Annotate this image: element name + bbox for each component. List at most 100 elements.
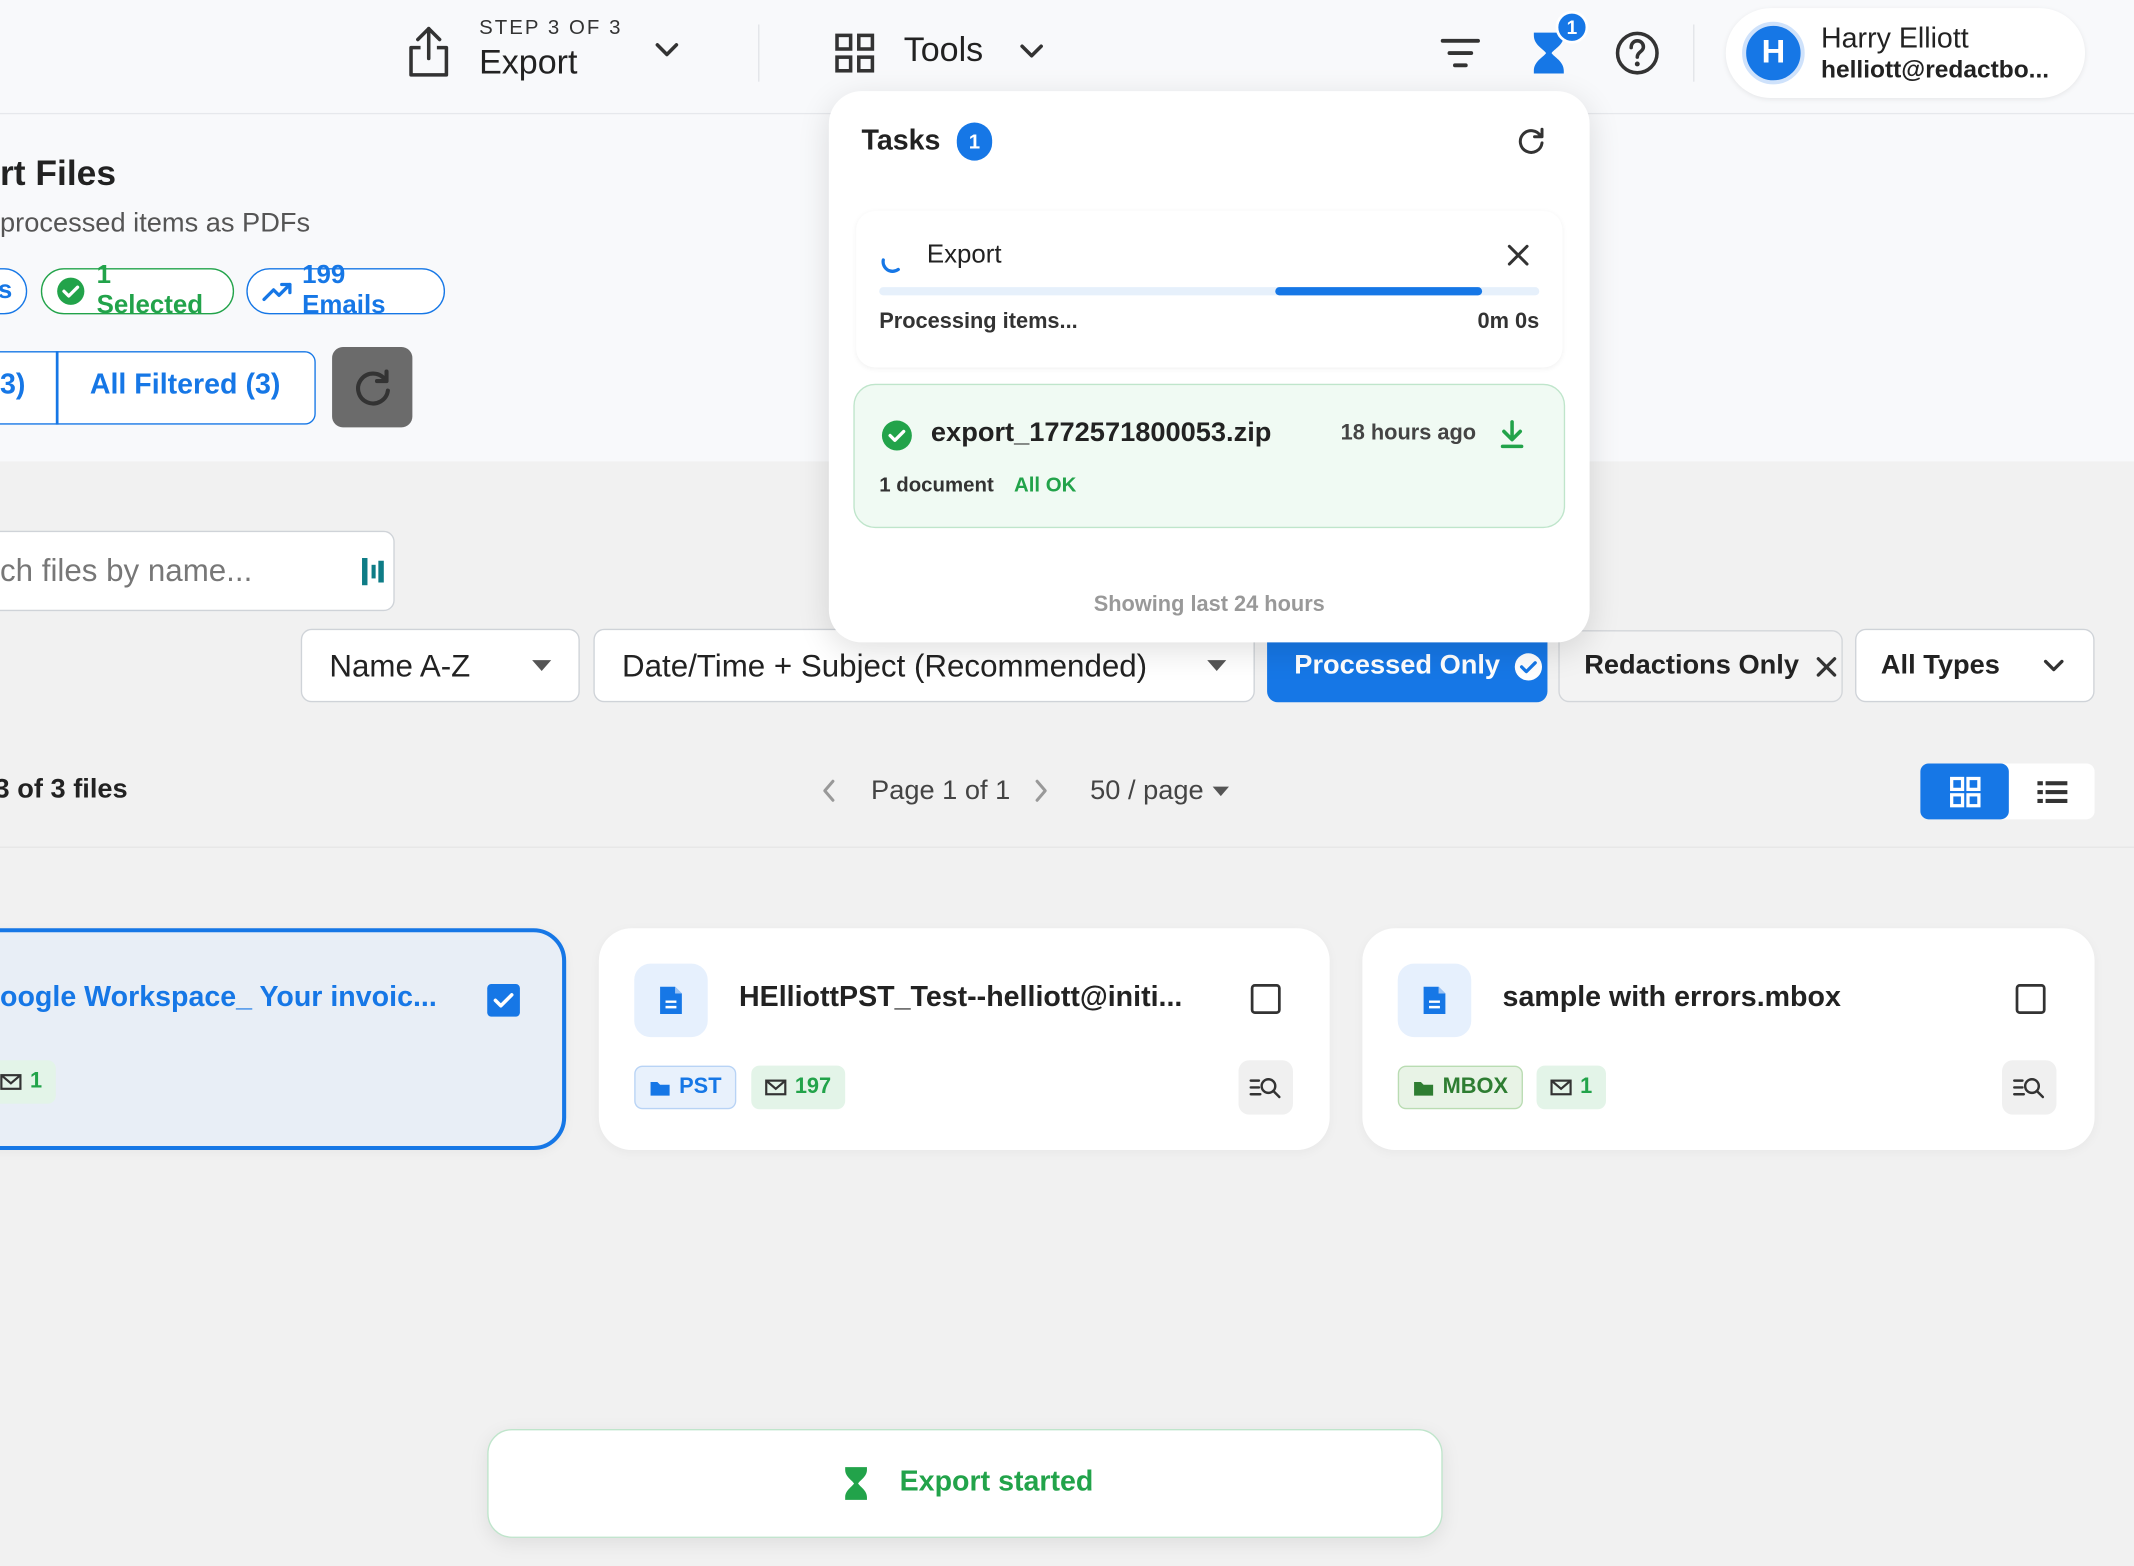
redactions-only-label: Redactions Only xyxy=(1584,650,1799,681)
search-addon-icon[interactable] xyxy=(359,555,386,588)
export-task-title: Export xyxy=(926,240,1002,270)
file-card-1-name[interactable]: oogle Workspace_ Your invoic... xyxy=(0,981,437,1014)
tasks-count-badge: 1 xyxy=(956,122,993,161)
file-card-1-email-badge: 1 xyxy=(0,1060,56,1104)
emails-count-text: 199 Emails xyxy=(302,261,386,320)
sort-date-caret-icon xyxy=(1206,659,1228,673)
completed-export-item xyxy=(853,383,1566,529)
file-card-3-checkbox[interactable] xyxy=(2015,984,2046,1014)
user-name: Harry Elliott xyxy=(1821,23,1969,55)
file-card-2-checkbox[interactable] xyxy=(1250,984,1281,1014)
user-avatar: H xyxy=(1742,21,1805,85)
tools-chevron-down-icon[interactable] xyxy=(1017,41,1047,63)
selected-count-text: 1 Selected xyxy=(96,261,204,320)
file-card-2-type-badge: PST xyxy=(634,1065,737,1110)
file-card-2-email-count: 197 xyxy=(794,1075,832,1099)
folder-icon xyxy=(649,1079,671,1097)
export-progress-fill xyxy=(1275,287,1483,296)
prev-page-icon[interactable] xyxy=(819,778,838,802)
tools-menu[interactable]: Tools xyxy=(904,31,983,70)
list-view-icon xyxy=(2035,778,2068,805)
grid-icon[interactable] xyxy=(834,33,875,74)
file-card-1-checkbox[interactable] xyxy=(487,984,520,1017)
file-card-1-email-count: 1 xyxy=(29,1069,43,1093)
file-card-3-email-badge: 1 xyxy=(1536,1065,1606,1110)
tasks-title: Tasks xyxy=(861,125,941,157)
sort-name-caret-icon xyxy=(531,659,553,673)
page-indicator: Page 1 of 1 xyxy=(871,775,1011,806)
search-list-icon xyxy=(1249,1075,1282,1099)
page-title: rt Files xyxy=(0,152,117,194)
per-page-label: 50 / page xyxy=(1090,775,1204,806)
summary-pill-partial-text: s xyxy=(0,276,12,306)
file-card[interactable] xyxy=(598,928,1330,1151)
document-icon xyxy=(634,963,708,1038)
export-file-name: export_1772571800053.zip xyxy=(930,417,1272,448)
mail-icon xyxy=(0,1074,22,1090)
user-email: helliott@redactbo... xyxy=(1821,55,2050,84)
app-root: STEP 3 OF 3 Export Tools 1 H Harry Ellio… xyxy=(0,0,2134,1566)
grid-view-icon xyxy=(1948,775,1981,808)
document-icon xyxy=(1397,963,1472,1038)
export-upload-icon xyxy=(406,24,452,78)
search-list-icon xyxy=(2013,1075,2046,1099)
close-icon[interactable] xyxy=(1815,655,1837,677)
sort-date-label: Date/Time + Subject (Recommended) xyxy=(621,647,1148,683)
step-label: STEP 3 OF 3 xyxy=(479,16,623,40)
tasks-refresh-icon[interactable] xyxy=(1516,127,1546,157)
step-dropdown-chevron-icon[interactable] xyxy=(652,39,682,61)
search-placeholder: ch files by name... xyxy=(0,552,253,588)
sort-name-label: Name A-Z xyxy=(329,647,471,683)
file-card[interactable] xyxy=(1362,928,2095,1151)
processing-label: Processing items... xyxy=(879,310,1078,334)
export-file-docs: 1 document xyxy=(879,473,994,497)
all-types-chevron-down-icon xyxy=(2041,656,2065,675)
folder-icon xyxy=(1413,1079,1435,1097)
selected-count-pill: 1 Selected xyxy=(40,261,235,320)
all-types-label: All Types xyxy=(1880,649,2000,680)
file-card-3-name[interactable]: sample with errors.mbox xyxy=(1503,981,1841,1014)
tasks-count-badge: 1 xyxy=(1555,10,1589,44)
grid-view-button[interactable] xyxy=(1920,763,2009,820)
mail-icon xyxy=(765,1079,787,1096)
file-card-selected[interactable] xyxy=(0,928,567,1151)
file-count-prefix: 3 xyxy=(0,774,10,804)
file-card-2-preview-button[interactable] xyxy=(1238,1060,1293,1115)
caret-down-icon xyxy=(1212,785,1231,797)
file-card-2-type: PST xyxy=(679,1075,722,1099)
check-circle-icon xyxy=(56,276,86,306)
file-card-3-preview-button[interactable] xyxy=(2002,1060,2057,1115)
emails-count-pill: 199 Emails xyxy=(246,261,446,320)
hourglass-icon xyxy=(842,1464,869,1502)
check-circle-icon xyxy=(1514,651,1544,681)
refresh-icon xyxy=(352,367,393,408)
file-count-text: 3 of 3 files xyxy=(0,774,128,805)
file-card-3-type: MBOX xyxy=(1442,1075,1508,1099)
file-card-2-name[interactable]: HElliottPST_Test--helliott@initi... xyxy=(739,981,1182,1014)
check-circle-icon xyxy=(881,419,914,452)
help-icon[interactable] xyxy=(1614,30,1660,76)
scope-all-filtered-button[interactable]: All Filtered (3) xyxy=(90,369,281,402)
scope-option-partial[interactable]: 3) xyxy=(0,369,25,402)
file-card-3-email-count: 1 xyxy=(1580,1075,1593,1099)
step-title: Export xyxy=(479,43,578,82)
redactions-only-toggle[interactable]: Redactions Only xyxy=(1558,630,1843,703)
download-icon[interactable] xyxy=(1498,419,1525,449)
mail-icon xyxy=(1550,1079,1572,1096)
filter-icon[interactable] xyxy=(1440,35,1481,70)
export-file-time: 18 hours ago xyxy=(1340,421,1477,446)
close-icon[interactable] xyxy=(1507,244,1530,267)
export-file-status: All OK xyxy=(1013,473,1077,497)
processed-only-label: Processed Only xyxy=(1294,650,1501,681)
loading-spinner-icon xyxy=(879,245,903,275)
checkmark-icon xyxy=(493,991,515,1010)
list-view-button[interactable] xyxy=(2009,764,2095,820)
elapsed-time: 0m 0s xyxy=(1477,310,1540,334)
toast-text: Export started xyxy=(899,1465,1094,1498)
next-page-icon[interactable] xyxy=(1032,778,1051,802)
refresh-button[interactable] xyxy=(332,347,413,428)
tasks-footer-note: Showing last 24 hours xyxy=(1093,593,1325,617)
per-page-select[interactable]: 50 / page xyxy=(1090,776,1231,807)
page-subtitle: processed items as PDFs xyxy=(0,208,311,239)
trending-up-icon xyxy=(261,279,294,303)
